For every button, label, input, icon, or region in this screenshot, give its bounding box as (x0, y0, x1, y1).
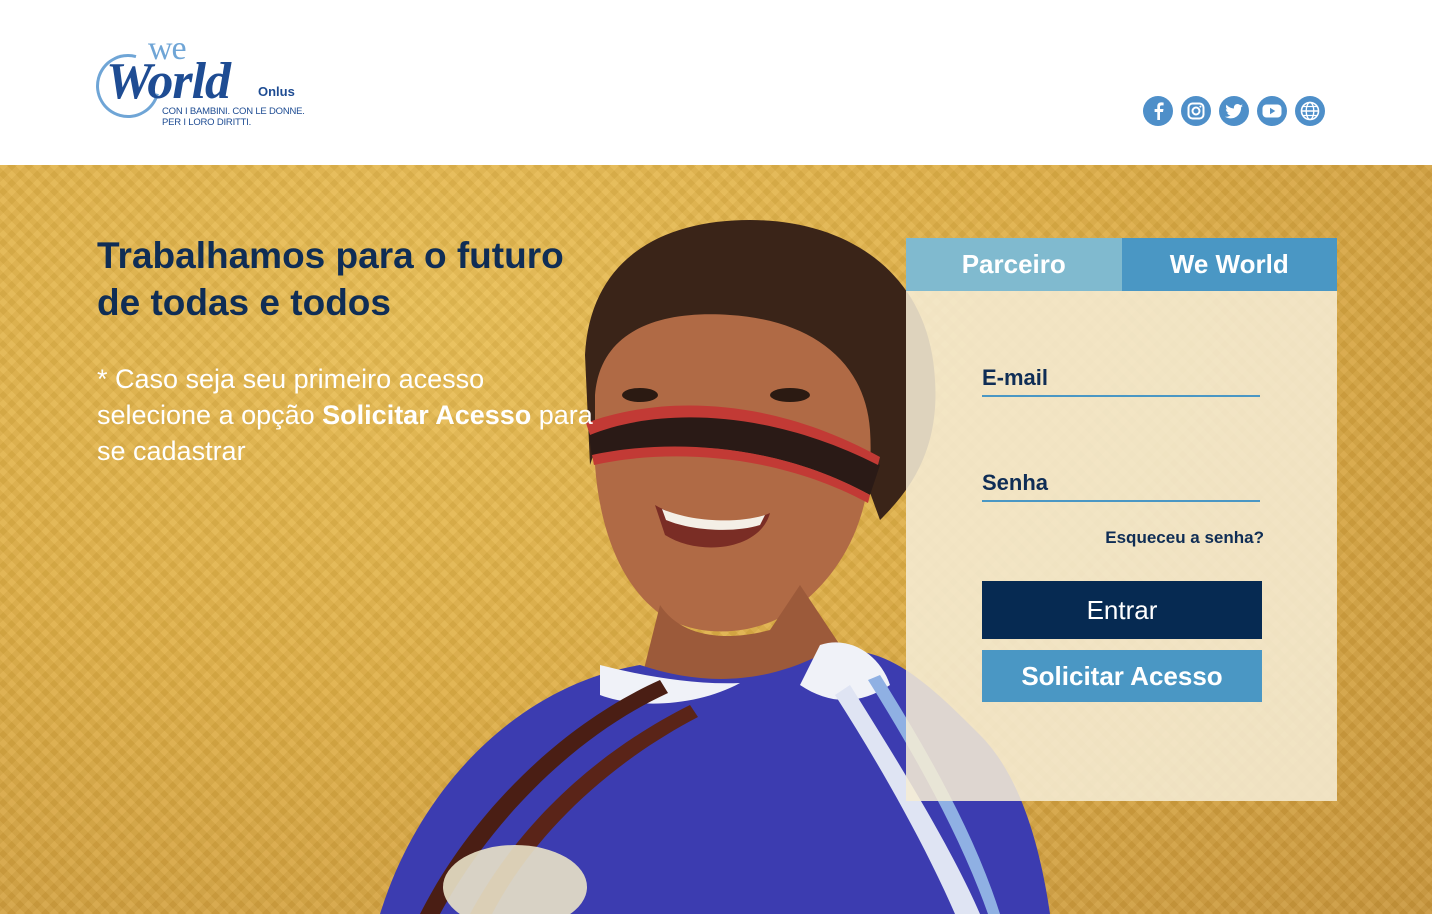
social-links (1143, 96, 1325, 126)
login-panel: Parceiro We World E-mail Senha Esqueceu … (906, 238, 1337, 801)
password-label: Senha (982, 470, 1049, 495)
instagram-icon[interactable] (1181, 96, 1211, 126)
logo-onlus-text: Onlus (258, 84, 295, 99)
email-label: E-mail (982, 365, 1049, 390)
twitter-icon[interactable] (1219, 96, 1249, 126)
logo-tagline-1: CON I BAMBINI. CON LE DONNE. (162, 106, 305, 117)
youtube-icon[interactable] (1257, 96, 1287, 126)
enter-button[interactable]: Entrar (982, 581, 1262, 639)
hero-headline: Trabalhamos para o futuro de todas e tod… (97, 235, 564, 323)
site-header: we World Onlus CON I BAMBINI. CON LE DON… (0, 0, 1432, 165)
tab-we-world[interactable]: We World (1121, 238, 1337, 291)
hero-banner: Trabalhamos para o futuro de todas e tod… (0, 165, 1432, 914)
first-access-notice: * Caso seja seu primeiro acesso selecion… (97, 361, 597, 469)
weworld-logo[interactable]: we World Onlus CON I BAMBINI. CON LE DON… (84, 32, 316, 134)
request-access-button[interactable]: Solicitar Acesso (982, 650, 1262, 702)
password-field[interactable]: Senha (982, 470, 1260, 502)
notice-highlight: Solicitar Acesso (322, 400, 532, 430)
globe-icon[interactable] (1295, 96, 1325, 126)
email-field[interactable]: E-mail (982, 365, 1260, 397)
logo-world-text: World (106, 53, 231, 110)
tab-parceiro[interactable]: Parceiro (906, 238, 1122, 291)
facebook-icon[interactable] (1143, 96, 1173, 126)
forgot-password-link[interactable]: Esqueceu a senha? (1105, 528, 1264, 548)
logo-tagline-2: PER I LORO DIRITTI. (162, 117, 252, 128)
login-tabs: Parceiro We World (906, 238, 1337, 291)
